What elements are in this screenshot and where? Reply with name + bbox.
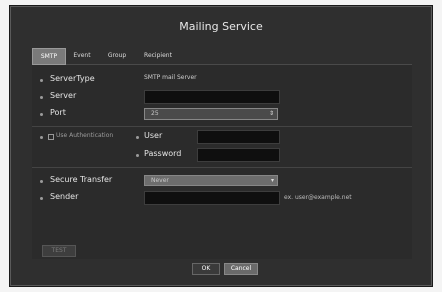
- cancel-button[interactable]: Cancel: [224, 263, 258, 275]
- bullet-icon: [40, 96, 43, 99]
- bullet-icon: [40, 136, 43, 139]
- user-input[interactable]: [197, 130, 280, 144]
- port-label: Port: [50, 108, 66, 117]
- divider: [32, 167, 412, 168]
- smtp-panel: ServerType SMTP mail Server Server Port …: [32, 65, 412, 259]
- ok-button[interactable]: OK: [192, 263, 220, 275]
- port-stepper[interactable]: 25 ⇕: [144, 108, 278, 120]
- tab-smtp[interactable]: SMTP: [32, 48, 66, 65]
- secure-transfer-select[interactable]: Never ▾: [144, 175, 278, 186]
- tab-recipient[interactable]: Recipient: [134, 48, 182, 63]
- secure-transfer-value: Never: [151, 177, 169, 184]
- password-label: Password: [144, 149, 182, 158]
- chevron-down-icon: ▾: [270, 177, 274, 184]
- server-label: Server: [50, 91, 77, 100]
- sender-input[interactable]: [144, 191, 280, 205]
- user-label: User: [144, 131, 163, 140]
- tab-bar: SMTP Event Group Recipient: [32, 48, 412, 65]
- tab-group[interactable]: Group: [100, 48, 134, 63]
- server-input[interactable]: [144, 90, 280, 104]
- sender-label: Sender: [50, 192, 79, 201]
- divider: [32, 126, 412, 127]
- use-authentication-label: Use Authentication: [56, 132, 114, 139]
- stepper-arrows-icon[interactable]: ⇕: [269, 109, 274, 119]
- sender-hint: ex. user@example.net: [284, 194, 352, 201]
- server-type-value: SMTP mail Server: [144, 74, 197, 81]
- mailing-service-window: Mailing Service SMTP Event Group Recipie…: [9, 5, 433, 287]
- server-type-label: ServerType: [50, 74, 95, 83]
- bullet-icon: [40, 113, 43, 116]
- use-authentication-checkbox[interactable]: [48, 134, 54, 140]
- bullet-icon: [136, 136, 139, 139]
- bullet-icon: [40, 79, 43, 82]
- bullet-icon: [136, 154, 139, 157]
- window-title: Mailing Service: [179, 20, 263, 33]
- secure-transfer-label: Secure Transfer: [50, 175, 113, 184]
- bullet-icon: [40, 197, 43, 200]
- port-value: 25: [151, 110, 159, 117]
- password-input[interactable]: [197, 148, 280, 162]
- tab-event[interactable]: Event: [65, 48, 99, 63]
- test-button[interactable]: TEST: [42, 245, 76, 257]
- bullet-icon: [40, 180, 43, 183]
